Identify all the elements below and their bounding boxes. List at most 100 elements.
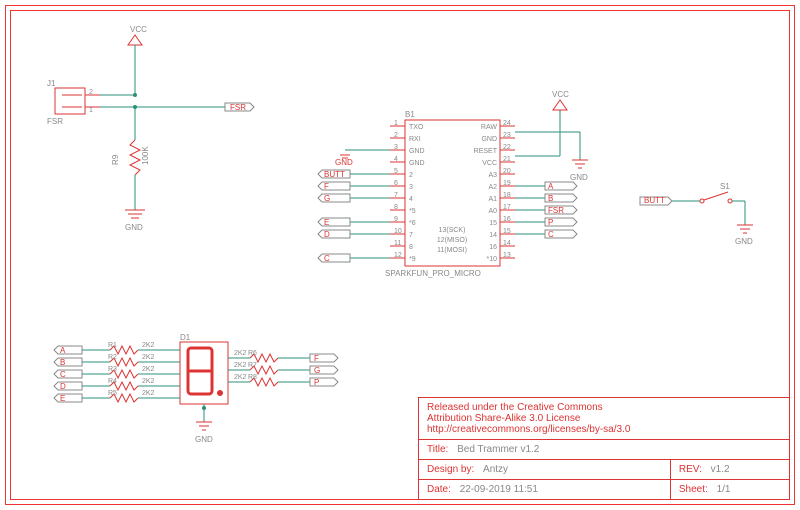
net-vcc-1: VCC [130, 25, 147, 34]
res-l-val-4: 2K2 [142, 390, 155, 397]
pm-mid-0: 13(SCK) [439, 227, 466, 234]
block-display: AR12K2BR22K2CR32K2DR42K2ER52K2 R62K2FR72… [54, 342, 338, 430]
net-gnd-sw: GND [735, 237, 753, 246]
pm-rname-13: *10 [486, 256, 497, 263]
res-l-ref-2: R3 [108, 366, 117, 373]
pm-rnum-15: 15 [503, 228, 511, 235]
pm-lname-3: GND [409, 148, 425, 155]
pm-rnum-17: 17 [503, 204, 511, 211]
pm-lnum-11: 11 [394, 240, 401, 247]
pm-lnum-5: 5 [394, 168, 398, 175]
res-l-val-3: 2K2 [142, 378, 155, 385]
res-r-net-2: P [314, 378, 319, 387]
net-gnd-1: GND [125, 223, 143, 232]
block-pro-micro: 1TXO2RXI3GND4GND52BUTT63F74G8*59*6E107D1… [318, 100, 588, 266]
pm-rnet-8: P [548, 218, 553, 227]
pm-lname-7: 4 [409, 196, 413, 203]
pm-rname-22: RESET [474, 148, 498, 155]
res-l-net-1: B [60, 358, 65, 367]
res-r-ref-1: R7 [248, 362, 257, 369]
title-label: Title: [427, 444, 448, 455]
pm-lname-8: *5 [409, 208, 416, 215]
ref-s1: S1 [720, 182, 730, 191]
res-r-ref-0: R6 [248, 350, 257, 357]
b1-name: SPARKFUN_PRO_MICRO [385, 269, 481, 278]
pm-rnum-13: 13 [503, 252, 511, 259]
pm-lnum-10: 10 [394, 228, 402, 235]
ref-d1: D1 [180, 333, 191, 342]
net-butt-sw: BUTT [644, 196, 665, 205]
pm-rnum-14: 14 [503, 240, 511, 247]
pm-mid-1: 12(MISO) [437, 237, 467, 244]
pm-lnet-11: C [324, 254, 330, 263]
res-r-net-0: F [314, 354, 319, 363]
ref-b1: B1 [405, 110, 415, 119]
res-l-net-0: A [60, 346, 66, 355]
pm-rnum-22: 22 [503, 144, 511, 151]
pm-lnum-1: 1 [394, 120, 398, 127]
title-value: Bed Trammer v1.2 [451, 444, 539, 455]
pm-lname-2: RXI [409, 136, 421, 143]
pm-lname-1: TXO [409, 124, 424, 131]
pm-lnum-8: 8 [394, 204, 398, 211]
pm-lname-6: 3 [409, 184, 413, 191]
res-l-net-3: D [60, 382, 66, 391]
rev-label: REV: [679, 464, 702, 475]
pm-lname-5: 2 [409, 172, 413, 179]
pm-rname-21: VCC [482, 160, 497, 167]
res-r-val-2: 2K2 [234, 374, 247, 381]
net-vcc-2: VCC [552, 90, 569, 99]
res-l-ref-1: R2 [108, 354, 117, 361]
pm-rnum-21: 21 [503, 156, 511, 163]
pm-lnum-6: 6 [394, 180, 398, 187]
pm-lname-12: *9 [409, 256, 416, 263]
pm-rname-23: GND [481, 136, 497, 143]
pm-rnet-7: FSR [548, 206, 564, 215]
pm-rname-18: A1 [488, 196, 497, 203]
pm-lname-10: 7 [409, 232, 413, 239]
design-label: Design by: [427, 464, 474, 475]
pm-rnum-23: 23 [503, 132, 511, 139]
pm-lname-9: *6 [409, 220, 416, 227]
pm-rnum-19: 19 [503, 180, 511, 187]
block-fsr-input [55, 35, 254, 218]
res-r-val-1: 2K2 [234, 362, 247, 369]
res-l-val-2: 2K2 [142, 366, 155, 373]
net-gnd-b1l: GND [335, 158, 353, 167]
pm-rnet-5: A [548, 182, 554, 191]
net-fsr-1: FSR [230, 103, 246, 112]
res-r-ref-2: R8 [248, 374, 257, 381]
designer: Antzy [477, 464, 508, 475]
pm-rnet-6: B [548, 194, 553, 203]
pm-lnet-8: E [324, 218, 329, 227]
pm-mid-2: 11(MOSI) [437, 247, 467, 254]
pm-lnum-3: 3 [394, 144, 398, 151]
j1-name: FSR [47, 117, 63, 126]
res-l-ref-0: R1 [108, 342, 117, 349]
date-label: Date: [427, 484, 451, 495]
license-url: http://creativecommons.org/licenses/by-s… [427, 424, 781, 435]
res-l-val-0: 2K2 [142, 342, 155, 349]
pm-lnum-9: 9 [394, 216, 398, 223]
date-value: 22-09-2019 11:51 [454, 484, 538, 495]
val-r9: 100K [141, 146, 150, 165]
res-r-val-0: 2K2 [234, 350, 247, 357]
pm-lname-11: 8 [409, 244, 413, 251]
pm-lnum-12: 12 [394, 252, 402, 259]
pm-lnum-4: 4 [394, 156, 398, 163]
pm-rnum-24: 24 [503, 120, 511, 127]
pm-rname-16: 15 [489, 220, 497, 227]
res-l-net-2: C [60, 370, 66, 379]
j1-pin-2: 2 [89, 89, 93, 96]
pm-rname-15: 14 [489, 232, 497, 239]
net-gnd-d1: GND [195, 435, 213, 444]
pm-lnet-5: F [324, 182, 329, 191]
title-block: Released under the Creative Commons Attr… [418, 397, 790, 500]
sheet-label: Sheet: [679, 484, 708, 495]
pm-rname-20: A3 [488, 172, 497, 179]
res-l-net-4: E [60, 394, 65, 403]
pm-lname-4: GND [409, 160, 425, 167]
res-r-net-1: G [314, 366, 320, 375]
pm-rnum-18: 18 [503, 192, 511, 199]
schematic-sheet: VCC J1 FSR 2 1 FSR R9 100K GND 1TXO2RXI3… [0, 0, 800, 510]
